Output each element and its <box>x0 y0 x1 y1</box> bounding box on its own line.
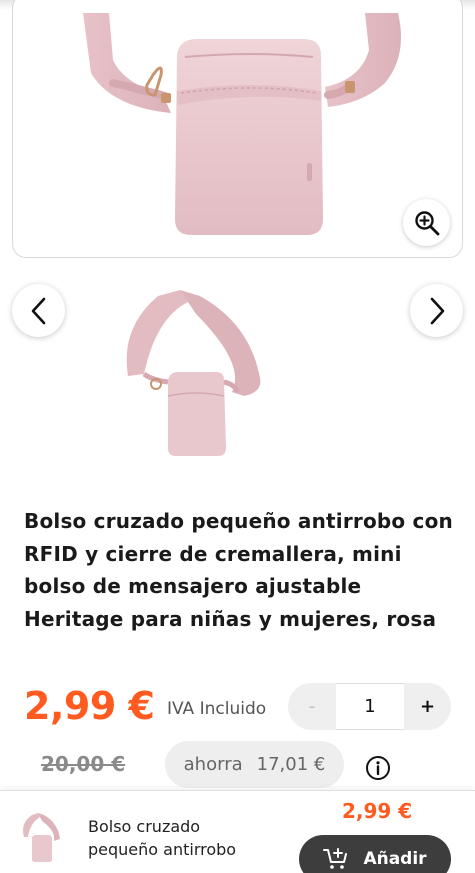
quantity-decrease-button[interactable]: - <box>288 683 336 730</box>
product-thumbnail[interactable] <box>118 288 268 464</box>
carousel-next-button[interactable] <box>410 284 463 337</box>
carousel-prev-button[interactable] <box>12 284 65 337</box>
cart-add-icon <box>323 848 348 869</box>
zoom-in-icon <box>414 210 439 235</box>
add-to-cart-button[interactable]: Añadir <box>299 835 451 873</box>
savings-amount: 17,01 € <box>256 754 326 775</box>
savings-label: ahorra <box>183 754 243 775</box>
chevron-left-icon <box>31 297 45 324</box>
zoom-button[interactable] <box>403 199 450 246</box>
chevron-right-icon <box>430 297 444 324</box>
product-title: Bolso cruzado pequeño antirrobo con RFID… <box>24 509 453 631</box>
sticky-product-thumbnail <box>23 813 60 862</box>
sticky-product-name: Bolso cruzado pequeño antirrobo <box>88 815 278 861</box>
sticky-price: 2,99 € <box>342 799 413 823</box>
original-price: 20,00 € <box>41 752 126 776</box>
quantity-input[interactable]: 1 <box>336 683 404 730</box>
main-product-image <box>83 13 402 235</box>
sticky-name-line-1: Bolso cruzado <box>88 817 201 836</box>
savings-badge: ahorra 17,01 € <box>165 741 344 788</box>
quantity-stepper: - 1 + <box>288 683 451 730</box>
sticky-cart-bar: Bolso cruzado pequeño antirrobo 2,99 € A… <box>0 790 475 873</box>
vat-label: IVA Incluido <box>167 699 267 719</box>
info-icon[interactable] <box>365 755 391 781</box>
main-image-card[interactable] <box>12 0 463 258</box>
sticky-name-line-2: pequeño antirrobo <box>88 840 237 859</box>
current-price: 2,99 € <box>24 684 155 728</box>
quantity-increase-button[interactable]: + <box>404 683 451 730</box>
add-to-cart-label: Añadir <box>363 849 427 869</box>
